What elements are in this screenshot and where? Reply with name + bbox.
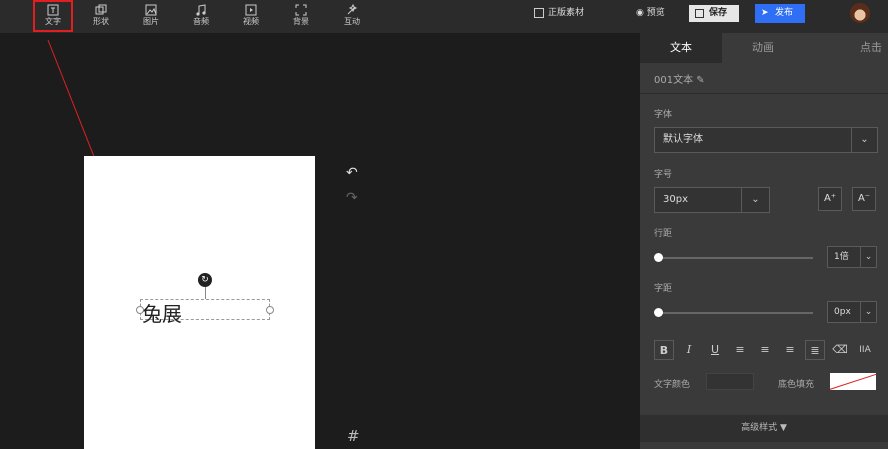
line-spacing-slider[interactable]	[658, 257, 813, 259]
element-name-row[interactable]: 001文本 ✎	[654, 71, 705, 86]
tab-animation[interactable]: 动画	[722, 33, 804, 63]
eye-icon: ◉	[636, 8, 644, 18]
undo-icon[interactable]: ↶	[346, 165, 358, 181]
rotate-handle-stem	[205, 287, 206, 299]
justify-icon[interactable]: ≣	[805, 340, 825, 360]
caret-down-icon: ▼	[779, 423, 787, 433]
pencil-icon[interactable]: ✎	[696, 75, 704, 86]
underline-button[interactable]: U	[705, 340, 725, 360]
bold-button[interactable]: B	[654, 340, 674, 360]
bg-fill-label: 底色填充	[778, 380, 815, 390]
text-color-swatch[interactable]	[706, 373, 754, 390]
font-size-select[interactable]: 30px ⌄	[654, 187, 770, 213]
preview-button[interactable]: ◉ 预览	[636, 0, 665, 33]
publish-button[interactable]: ➤ 发布	[755, 4, 805, 23]
clear-format-icon[interactable]: ⌫	[830, 340, 850, 360]
text-color-label: 文字颜色	[654, 380, 691, 390]
redo-icon[interactable]: ↷	[346, 190, 358, 206]
text-element-content[interactable]: 兔展	[142, 298, 182, 327]
tab-text[interactable]: 文本	[640, 33, 722, 63]
size-label: 字号	[654, 170, 673, 180]
chevron-down-icon: ⌄	[741, 188, 769, 212]
font-label: 字体	[654, 110, 673, 120]
letter-spacing-label: 字距	[654, 284, 673, 294]
licensed-material-button[interactable]: 正版素材	[534, 0, 584, 33]
advanced-style-bar[interactable]: 高级样式 ▼	[640, 415, 888, 442]
align-center-icon[interactable]: ≡	[755, 340, 775, 360]
save-icon	[695, 9, 704, 18]
letter-spacing-select[interactable]: 0px ⌄	[827, 301, 877, 323]
text-element-frame[interactable]: 兔展	[140, 299, 270, 326]
send-icon: ➤	[761, 8, 769, 18]
no-color-slash	[830, 373, 876, 390]
tab-click[interactable]: 点击	[806, 33, 888, 63]
italic-button[interactable]: I	[679, 340, 699, 360]
chevron-down-icon: ⌄	[860, 302, 876, 322]
grid-icon[interactable]: #	[347, 427, 360, 445]
canvas-page[interactable]: ↻ 兔展	[84, 156, 315, 449]
avatar[interactable]	[850, 3, 870, 23]
decrease-font-button[interactable]: A⁻	[852, 187, 876, 211]
font-select[interactable]: 默认字体 ⌄	[654, 127, 878, 153]
properties-panel: 文本 动画 点击 001文本 ✎ 字体 默认字体 ⌄ 字号 30px ⌄ A⁺ …	[640, 33, 888, 449]
material-icon	[534, 7, 544, 18]
chevron-down-icon: ⌄	[860, 247, 876, 267]
save-button[interactable]: 保存	[689, 5, 739, 22]
letter-spacing-slider[interactable]	[658, 312, 813, 314]
rotate-handle[interactable]: ↻	[198, 273, 212, 287]
align-right-icon[interactable]: ≡	[780, 340, 800, 360]
divider	[640, 93, 888, 94]
line-spacing-select[interactable]: 1倍 ⌄	[827, 246, 877, 268]
increase-font-button[interactable]: A⁺	[818, 187, 842, 211]
chevron-down-icon: ⌄	[851, 128, 877, 152]
letter-spacing-knob[interactable]	[654, 308, 663, 317]
resize-handle-right[interactable]	[266, 306, 274, 314]
align-left-icon[interactable]: ≡	[730, 340, 750, 360]
line-spacing-knob[interactable]	[654, 253, 663, 262]
line-spacing-label: 行距	[654, 229, 673, 239]
resize-handle-left[interactable]	[136, 306, 144, 314]
bg-fill-swatch[interactable]	[830, 373, 876, 390]
text-direction-icon[interactable]: IIA	[855, 340, 875, 360]
